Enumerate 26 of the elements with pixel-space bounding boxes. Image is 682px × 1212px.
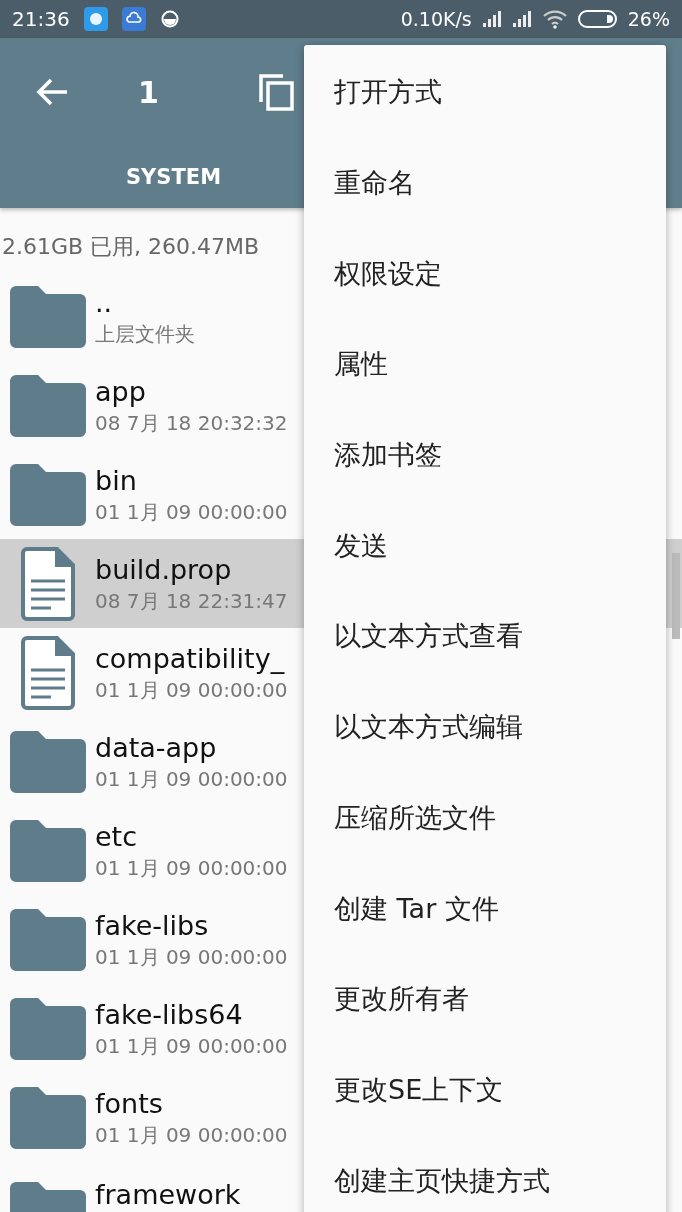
file-name: fake-libs64 <box>95 997 244 1032</box>
file-name: bin <box>95 463 138 498</box>
file-date: 01 1月 09 00:00:00 <box>95 1121 288 1149</box>
file-date: 01 1月 09 00:00:00 <box>95 765 288 793</box>
file-date: 01 1月 09 00:00:00 <box>95 1032 288 1060</box>
file-date: 01 1月 09 00:00:00 <box>95 943 288 971</box>
file-name: compatibility_ <box>95 641 286 676</box>
battery-percent: 26% <box>627 8 670 30</box>
storage-usage: 2.61GB 已用, 260.47MB <box>1 233 261 261</box>
file-name: app <box>95 374 147 409</box>
file-date: 01 1月 09 00:00:00 <box>95 676 288 704</box>
network-speed: 0.10K/s <box>400 8 472 30</box>
selection-count: 1 <box>138 74 160 110</box>
status-time: 21:36 <box>12 7 70 31</box>
file-date: 08 7月 18 22:31:47 <box>95 587 288 615</box>
file-name: data-app <box>95 730 218 765</box>
file-name: .. <box>95 285 114 320</box>
file-name: framework <box>95 1182 241 1208</box>
file-date: 08 7月 18 20:32:32 <box>95 409 288 437</box>
file-date: 上层文件夹 <box>95 320 195 348</box>
file-name: fake-libs <box>95 908 210 943</box>
file-name: fonts <box>95 1086 164 1121</box>
file-date: 01 1月 09 00:00:00 <box>95 498 288 526</box>
file-name: build.prop <box>95 552 233 587</box>
file-date: 01 1月 09 00:00:00 <box>95 854 288 882</box>
file-name: etc <box>95 819 139 854</box>
